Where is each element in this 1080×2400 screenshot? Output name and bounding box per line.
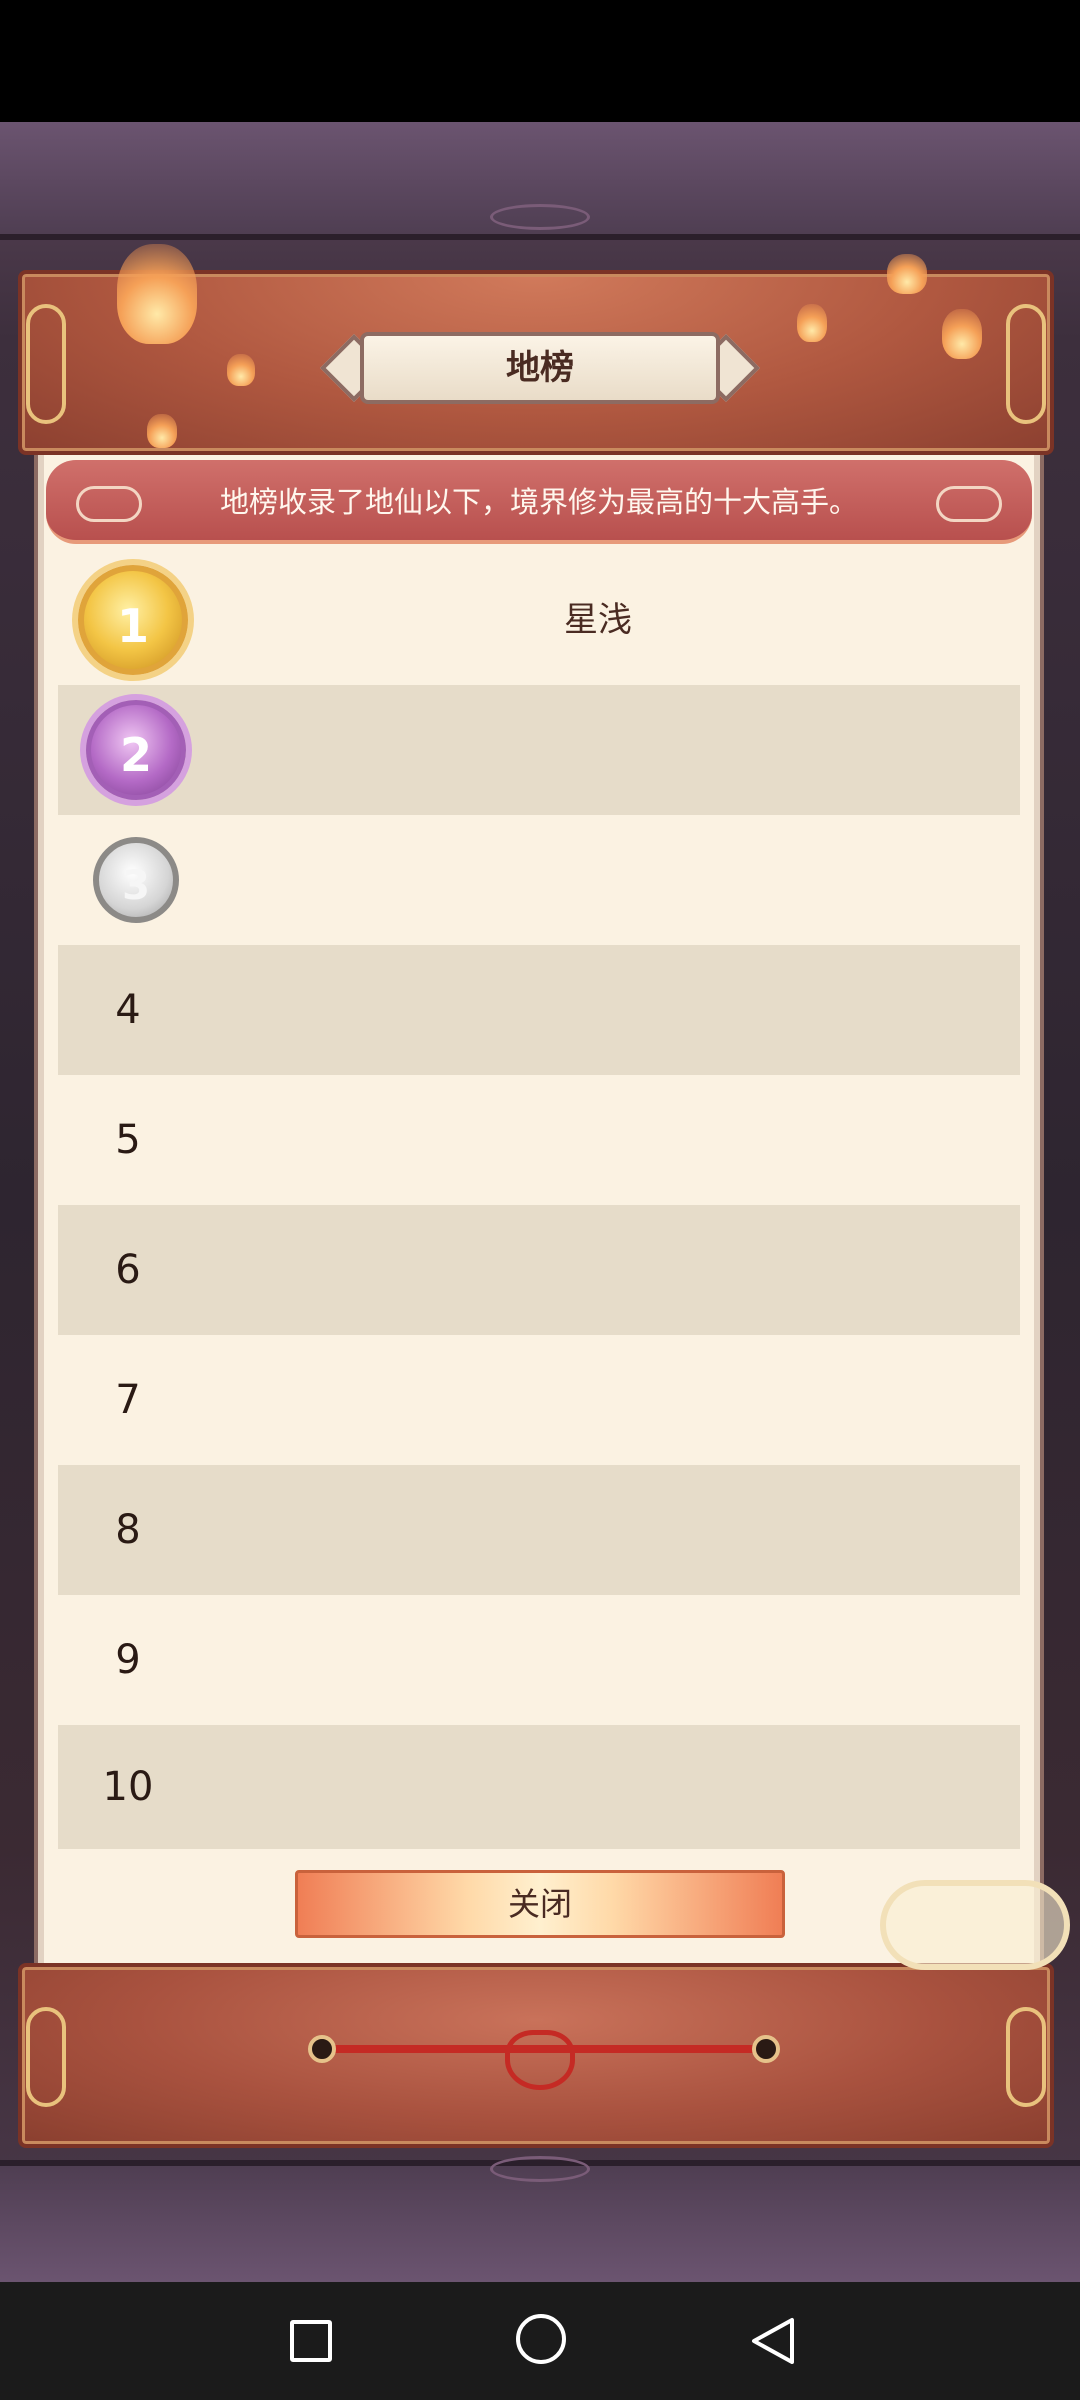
player-name <box>438 1205 758 1335</box>
rank-row[interactable]: 3 <box>58 815 1020 945</box>
corner-ornament-icon <box>1006 2007 1046 2107</box>
rank-row[interactable]: 10 <box>58 1725 1020 1849</box>
bottom-frame-band <box>0 2156 1080 2282</box>
back-button[interactable] <box>710 2282 830 2400</box>
corner-ornament-icon <box>1006 304 1046 424</box>
rank-row[interactable]: 8 <box>58 1465 1020 1595</box>
rank-number: 7 <box>115 1377 141 1423</box>
title-plaque: 地榜 <box>320 332 760 404</box>
purple-medal-icon: 2 <box>86 700 186 800</box>
rope-knob-icon <box>752 2035 780 2063</box>
rank-number: 9 <box>115 1637 141 1683</box>
lantern-icon <box>797 304 827 342</box>
player-name <box>438 1335 758 1465</box>
home-button[interactable] <box>480 2282 600 2400</box>
home-icon <box>516 2314 566 2364</box>
player-name <box>438 1595 758 1725</box>
rank-number: 10 <box>102 1764 154 1810</box>
rank-number: 8 <box>115 1507 141 1553</box>
player-name <box>438 1725 758 1849</box>
status-bar <box>0 0 1080 122</box>
rank-row[interactable]: 2 <box>58 685 1020 815</box>
lantern-icon <box>942 309 982 359</box>
rank-row[interactable]: 9 <box>58 1595 1020 1725</box>
player-name <box>438 1075 758 1205</box>
system-nav-bar <box>0 2282 1080 2400</box>
cloud-icon <box>880 1880 1070 1970</box>
gold-medal-icon: 1 <box>78 565 188 675</box>
player-name <box>438 815 758 945</box>
rank-number: 4 <box>115 987 141 1033</box>
close-button[interactable]: 关闭 <box>295 1870 785 1938</box>
rank-number: 5 <box>115 1117 141 1163</box>
banner-text: 地榜收录了地仙以下，境界修为最高的十大高手。 <box>219 485 858 519</box>
rank-row[interactable]: 6 <box>58 1205 1020 1335</box>
corner-ornament-icon <box>26 304 66 424</box>
player-name: 星浅 <box>564 600 632 640</box>
lantern-icon <box>887 254 927 294</box>
recent-apps-icon <box>290 2320 332 2362</box>
recent-apps-button[interactable] <box>248 2282 368 2400</box>
page-title: 地榜 <box>506 348 574 388</box>
player-name <box>438 945 758 1075</box>
rope-bow-icon <box>505 2030 575 2090</box>
silver-medal-icon: 3 <box>93 837 179 923</box>
ornament-icon <box>490 204 590 230</box>
corner-ornament-icon <box>26 2007 66 2107</box>
rank-number: 6 <box>115 1247 141 1293</box>
rank-row[interactable]: 5 <box>58 1075 1020 1205</box>
rope-knob-icon <box>308 2035 336 2063</box>
rank-row[interactable]: 1 星浅 <box>58 555 1020 685</box>
rank-list: 1 星浅 2 3 4 5 6 7 8 9 10 <box>58 555 1020 1849</box>
player-name <box>438 685 758 815</box>
top-frame-band <box>0 122 1080 240</box>
back-icon <box>752 2318 794 2364</box>
rank-row[interactable]: 4 <box>58 945 1020 1075</box>
info-banner: 地榜收录了地仙以下，境界修为最高的十大高手。 <box>46 460 1032 544</box>
lantern-icon <box>147 414 177 448</box>
ornament-icon <box>490 2156 590 2182</box>
lantern-icon <box>227 354 255 386</box>
rank-row[interactable]: 7 <box>58 1335 1020 1465</box>
player-name <box>438 1465 758 1595</box>
lantern-icon <box>117 244 197 344</box>
